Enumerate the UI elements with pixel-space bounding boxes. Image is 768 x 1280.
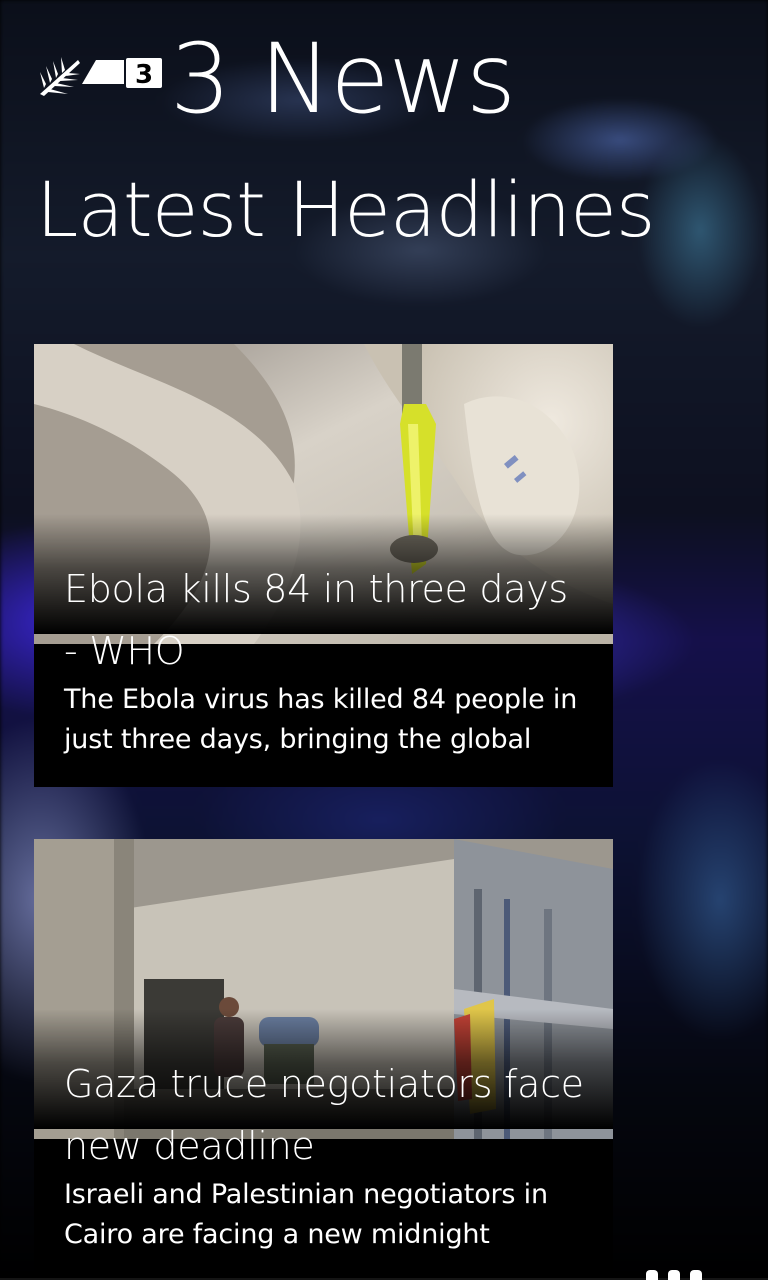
screen: 3 3 News Latest Headlines Ebola kills 84… bbox=[0, 0, 768, 1280]
ellipsis-dot bbox=[668, 1270, 680, 1280]
app-header: 3 3 News bbox=[38, 23, 516, 135]
app-title: 3 News bbox=[170, 23, 516, 135]
article-summary: The Ebola virus has killed 84 people in … bbox=[64, 684, 578, 755]
article-headline[interactable]: Ebola kills 84 in three days - WHO bbox=[64, 558, 591, 682]
tile-text: Gaza truce negotiators face new deadline… bbox=[64, 1053, 591, 1255]
ellipsis-icon[interactable] bbox=[646, 1270, 702, 1280]
page-title: Latest Headlines bbox=[36, 165, 655, 254]
article-tile[interactable]: Ebola kills 84 in three days - WHO The E… bbox=[34, 344, 613, 787]
article-summary: Israeli and Palestinian negotiators in C… bbox=[64, 1179, 548, 1250]
svg-text:3: 3 bbox=[135, 60, 153, 90]
ellipsis-dot bbox=[646, 1270, 658, 1280]
ellipsis-dot bbox=[690, 1270, 702, 1280]
article-headline[interactable]: Gaza truce negotiators face new deadline bbox=[64, 1053, 591, 1177]
tile-text: Ebola kills 84 in three days - WHO The E… bbox=[64, 558, 591, 760]
article-tile[interactable]: Gaza truce negotiators face new deadline… bbox=[34, 839, 613, 1280]
tv3-logo-icon: 3 bbox=[38, 54, 164, 98]
